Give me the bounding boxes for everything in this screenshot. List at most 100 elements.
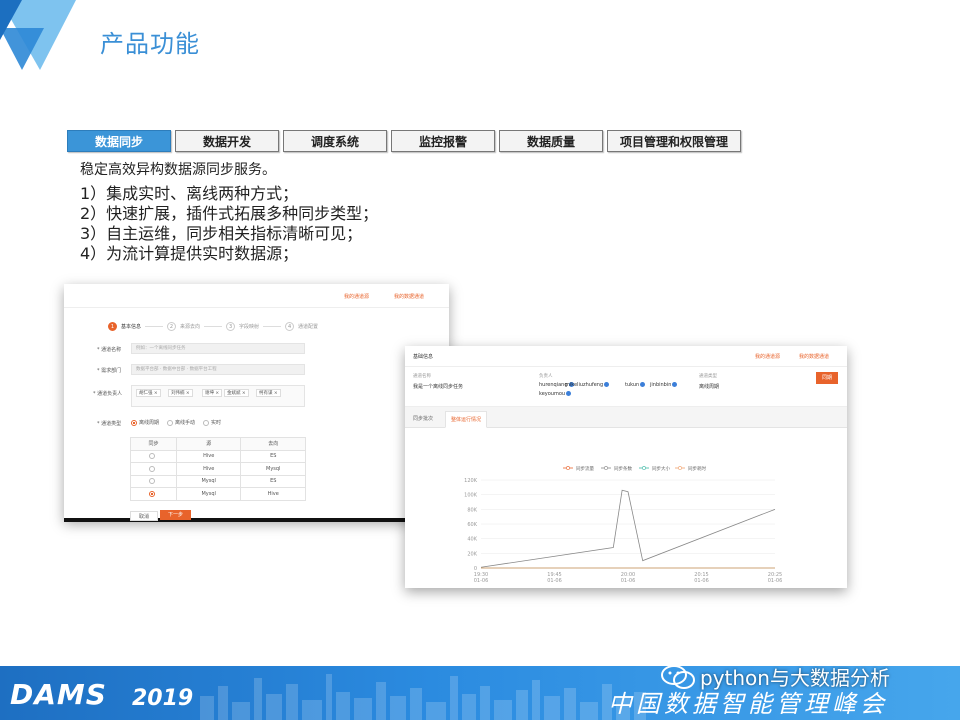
type-option-label: 实时 (211, 420, 222, 426)
watermark-text: python与大数据分析 (700, 666, 890, 690)
field-label-owner: * 通道负责人 (93, 391, 123, 397)
owner-tag[interactable]: 刘伟楠 × (168, 389, 193, 397)
tab-5[interactable]: 数据质量 (499, 130, 603, 152)
sync-type-table: 同步源去向 Hive ES Hive Mysql Mysql ES Mysql Hive (130, 437, 306, 501)
row-radio-cell[interactable] (130, 449, 177, 463)
wizard-steps: 1 基本信息 2 来源去向 3 字段映射 4 通道配置 (108, 322, 318, 331)
target-cell: ES (240, 449, 306, 463)
type-option[interactable]: 离线周期 (131, 419, 159, 426)
legend-label: 同步流量 (576, 465, 594, 472)
panel-topbar: 我的通道源 我的数据通道 (64, 284, 449, 308)
row-radio-cell[interactable] (130, 474, 177, 488)
owner-tag[interactable]: 柯有谋 × (256, 389, 281, 397)
slide: 产品功能 数据同步 数据开发 调度系统 监控报警 数据质量 项目管理和权限管理 稳定高效异… (0, 0, 960, 720)
page-title: 产品功能 (100, 30, 200, 58)
step-number: 3 (226, 322, 236, 331)
step-connector (204, 326, 223, 327)
tab-3[interactable]: 调度系统 (283, 130, 387, 152)
owner-tag[interactable]: 胡仁强 × (136, 389, 161, 397)
feature-tabs: 数据同步 数据开发 调度系统 监控报警 数据质量 项目管理和权限管理 (67, 130, 741, 152)
target-cell: Hive (240, 487, 306, 501)
department-input[interactable]: 数据平台部 · 数据中台部 · 数据平台工程 (131, 364, 305, 375)
tab-4[interactable]: 监控报警 (391, 130, 495, 152)
step-label: 字段映射 (239, 324, 260, 330)
description: 稳定高效异构数据源同步服务。 (80, 162, 276, 178)
panel-bottom-bar (64, 518, 449, 522)
radio-icon[interactable] (167, 419, 174, 426)
legend-marker (566, 466, 570, 470)
source-cell: Hive (175, 449, 242, 463)
y-tick-label: 20K (467, 551, 477, 557)
y-tick-label: 120K (464, 478, 478, 484)
logo-triangle-icon (0, 0, 76, 70)
row-radio-cell[interactable] (130, 462, 177, 476)
brand-logo: DAMS (10, 678, 107, 711)
radio-icon[interactable] (149, 490, 156, 497)
tab-1[interactable]: 数据同步 (67, 130, 171, 152)
feature-point: 2）快速扩展，插件式拓展多种同步类型； (80, 204, 379, 223)
x-tick-date: 01-06 (694, 578, 709, 584)
x-tick-date: 01-06 (547, 578, 562, 584)
radio-icon[interactable] (203, 419, 210, 426)
link-my-sources[interactable]: 我的通道源 (344, 293, 369, 300)
legend-label: 同步大小 (652, 465, 670, 472)
type-option[interactable]: 实时 (203, 419, 221, 426)
step-number: 1 (108, 322, 117, 331)
x-tick-date: 01-06 (474, 578, 489, 584)
legend-marker (604, 466, 608, 470)
field-label-type: * 通道类型 (97, 421, 122, 427)
x-tick-date: 01-06 (768, 578, 783, 584)
radio-icon[interactable] (149, 465, 156, 472)
legend-marker (678, 466, 682, 470)
type-option-label: 离线手动 (175, 420, 196, 426)
channel-name-input[interactable]: 例如：一个离线同步任务 (131, 343, 305, 354)
legend-marker (642, 466, 646, 470)
owner-tag[interactable]: 谢坤 × (202, 389, 223, 397)
target-cell: Mysql (240, 462, 306, 476)
watermark: python与大数据分析 (660, 662, 890, 691)
legend-label: 同步耗时 (688, 465, 706, 472)
owner-tag-input[interactable]: 胡仁强 × 刘伟楠 × 谢坤 × 金斌斌 × 柯有谋 × (131, 385, 305, 407)
channel-type-radios: 离线周期 离线手动 实时 (131, 419, 221, 426)
source-cell: Mysql (175, 487, 242, 501)
table-header: 去向 (240, 437, 306, 451)
type-option-label: 离线周期 (139, 420, 160, 426)
feature-points: 1）集成实时、离线两种方式； 2）快速扩展，插件式拓展多种同步类型； 3）自主运维，… (80, 184, 378, 264)
step-label: 通道配置 (298, 324, 319, 330)
step-number: 4 (285, 322, 295, 331)
brand-year: 2019 (132, 686, 194, 711)
sync-metrics-chart: 020K40K60K80K100K120K19:3001-0619:4501-0… (464, 465, 783, 584)
y-tick-label: 80K (467, 507, 477, 513)
x-tick-date: 01-06 (621, 578, 636, 584)
y-tick-label: 100K (464, 493, 478, 499)
cancel-button[interactable]: 取消 (130, 511, 159, 521)
target-cell: ES (240, 474, 306, 488)
step-label: 来源去向 (180, 324, 201, 330)
field-label-name: * 通道名称 (97, 347, 122, 353)
wechat-icon (661, 664, 695, 689)
source-cell: Mysql (175, 474, 242, 488)
table-row[interactable]: Mysql ES (130, 474, 306, 488)
table-row[interactable]: Mysql Hive (130, 487, 306, 501)
feature-point: 4）为流计算提供实时数据源； (80, 244, 299, 263)
step-connector (145, 326, 164, 327)
owner-tag[interactable]: 金斌斌 × (224, 389, 249, 397)
link-my-channels[interactable]: 我的数据通道 (394, 293, 424, 300)
series-line (480, 489, 776, 568)
table-row[interactable]: Hive Mysql (130, 462, 306, 476)
table-row[interactable]: Hive ES (130, 449, 306, 463)
next-step-button[interactable]: 下一步 (160, 510, 192, 520)
y-tick-label: 40K (467, 537, 477, 543)
radio-icon[interactable] (149, 478, 156, 484)
tab-6[interactable]: 项目管理和权限管理 (607, 130, 741, 152)
channel-detail-screenshot: 基础信息 我的通道源 我的数据通道 通道名称 我是一个离线同步任务 负责人 hu… (405, 346, 847, 588)
radio-icon[interactable] (131, 419, 137, 426)
field-label-dept: * 需求部门 (97, 368, 122, 374)
type-option[interactable]: 离线手动 (167, 419, 195, 426)
step-number: 2 (167, 322, 177, 331)
row-radio-cell[interactable] (130, 487, 177, 501)
table-header: 源 (175, 437, 242, 451)
tab-2[interactable]: 数据开发 (175, 130, 279, 152)
radio-icon[interactable] (149, 453, 156, 459)
feature-point: 1）集成实时、离线两种方式； (80, 184, 299, 203)
